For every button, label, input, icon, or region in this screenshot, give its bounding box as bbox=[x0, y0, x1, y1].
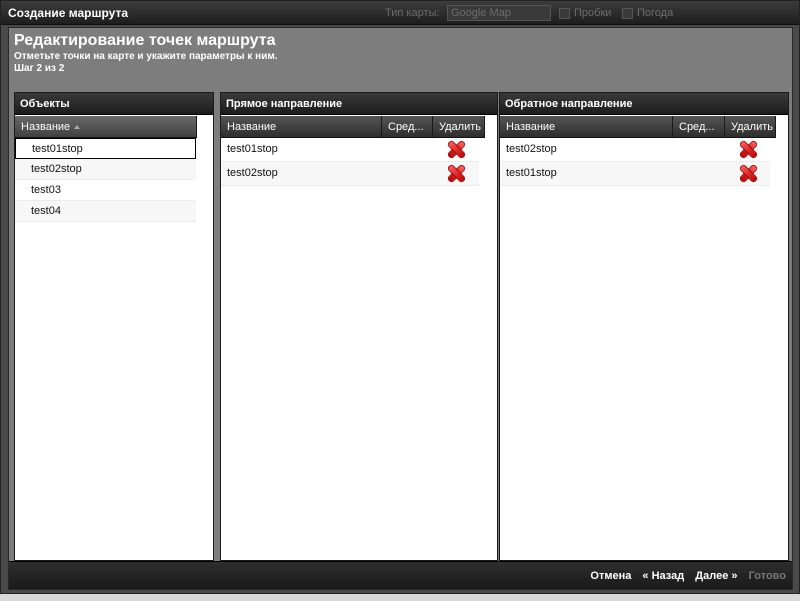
row-delete-cell bbox=[433, 138, 479, 161]
row-delete-cell bbox=[433, 162, 479, 185]
objects-column-name[interactable]: Название bbox=[15, 116, 197, 137]
row-name: test02stop bbox=[506, 143, 557, 155]
list-item-label: test04 bbox=[31, 205, 61, 217]
done-button: Готово bbox=[748, 570, 786, 582]
route-dialog: Создание маршрута Тип карты: Google Map … bbox=[0, 0, 800, 594]
objects-list: test01stop test02stop test03 test04 bbox=[15, 138, 196, 222]
forward-panel-title: Прямое направление bbox=[221, 93, 497, 115]
bg-map-type-label: Тип карты: bbox=[385, 7, 440, 19]
sort-asc-icon bbox=[74, 125, 81, 130]
table-row[interactable]: test02stop bbox=[221, 162, 479, 186]
reverse-column-avg[interactable]: Сред... bbox=[673, 116, 725, 137]
delete-x-icon[interactable] bbox=[740, 141, 756, 157]
forward-column-avg[interactable]: Сред... bbox=[382, 116, 433, 137]
dialog-header: Редактирование точек маршрута Отметьте т… bbox=[9, 28, 792, 90]
reverse-panel: Обратное направление Название Сред... Уд… bbox=[499, 92, 789, 561]
forward-column-delete[interactable]: Удалить bbox=[433, 116, 485, 137]
forward-column-name[interactable]: Название bbox=[221, 116, 382, 137]
back-button[interactable]: « Назад bbox=[642, 570, 684, 582]
forward-list: test01stop test02stop bbox=[221, 138, 479, 186]
bg-map-type-value: Google Map bbox=[451, 7, 511, 19]
list-item[interactable]: test04 bbox=[15, 201, 196, 222]
cancel-button[interactable]: Отмена bbox=[590, 570, 631, 582]
forward-grid-header: Название Сред... Удалить bbox=[221, 116, 485, 138]
list-item[interactable]: test01stop bbox=[15, 138, 196, 159]
bg-traffic-checkbox bbox=[559, 8, 570, 19]
row-delete-cell bbox=[725, 162, 770, 185]
forward-panel: Прямое направление Название Сред... Удал… bbox=[220, 92, 498, 561]
objects-grid-header: Название bbox=[15, 116, 197, 138]
row-name: test01stop bbox=[506, 167, 557, 179]
dialog-title: Создание маршрута bbox=[8, 6, 128, 20]
bg-weather-checkbox bbox=[622, 8, 633, 19]
delete-x-icon[interactable] bbox=[740, 165, 756, 181]
forward-panel-body: Название Сред... Удалить test01stop test0… bbox=[221, 116, 497, 560]
delete-x-icon[interactable] bbox=[448, 141, 464, 157]
list-item[interactable]: test02stop bbox=[15, 159, 196, 180]
reverse-grid-header: Название Сред... Удалить bbox=[500, 116, 776, 138]
list-item[interactable]: test03 bbox=[15, 180, 196, 201]
list-item-label: test01stop bbox=[32, 143, 83, 155]
table-row[interactable]: test02stop bbox=[500, 138, 770, 162]
list-item-label: test03 bbox=[31, 184, 61, 196]
reverse-column-name[interactable]: Название bbox=[500, 116, 673, 137]
bg-weather-label: Погода bbox=[637, 7, 674, 19]
objects-panel: Объекты Название test01stop test02stop tes… bbox=[14, 92, 214, 561]
row-avg[interactable] bbox=[673, 162, 725, 185]
objects-panel-body: Название test01stop test02stop test03 test0… bbox=[15, 116, 213, 560]
dialog-footer: Отмена « Назад Далее » Готово bbox=[9, 561, 792, 589]
list-item-label: test02stop bbox=[31, 163, 82, 175]
row-avg[interactable] bbox=[382, 138, 433, 161]
footer-buttons: Отмена « Назад Далее » Готово bbox=[582, 562, 786, 590]
reverse-panel-body: Название Сред... Удалить test02stop test0… bbox=[500, 116, 788, 560]
objects-column-name-label: Название bbox=[21, 121, 71, 133]
objects-panel-title: Объекты bbox=[15, 93, 213, 115]
dialog-content: Редактирование точек маршрута Отметьте т… bbox=[8, 27, 793, 590]
reverse-column-delete[interactable]: Удалить bbox=[725, 116, 776, 137]
row-delete-cell bbox=[725, 138, 770, 161]
reverse-list: test02stop test01stop bbox=[500, 138, 770, 186]
delete-x-icon[interactable] bbox=[448, 165, 464, 181]
step-indicator: Шаг 2 из 2 bbox=[14, 63, 65, 74]
table-row[interactable]: test01stop bbox=[500, 162, 770, 186]
reverse-panel-title: Обратное направление bbox=[500, 93, 788, 115]
bg-traffic-label: Пробки bbox=[574, 7, 612, 19]
page-subtitle: Отметьте точки на карте и укажите параме… bbox=[14, 51, 278, 62]
row-avg[interactable] bbox=[673, 138, 725, 161]
row-name: test01stop bbox=[227, 143, 278, 155]
page-title: Редактирование точек маршрута bbox=[14, 32, 276, 49]
row-name: test02stop bbox=[227, 167, 278, 179]
next-button[interactable]: Далее » bbox=[695, 570, 737, 582]
table-row[interactable]: test01stop bbox=[221, 138, 479, 162]
dialog-titlebar: Создание маршрута Тип карты: Google Map … bbox=[1, 1, 799, 25]
row-avg[interactable] bbox=[382, 162, 433, 185]
